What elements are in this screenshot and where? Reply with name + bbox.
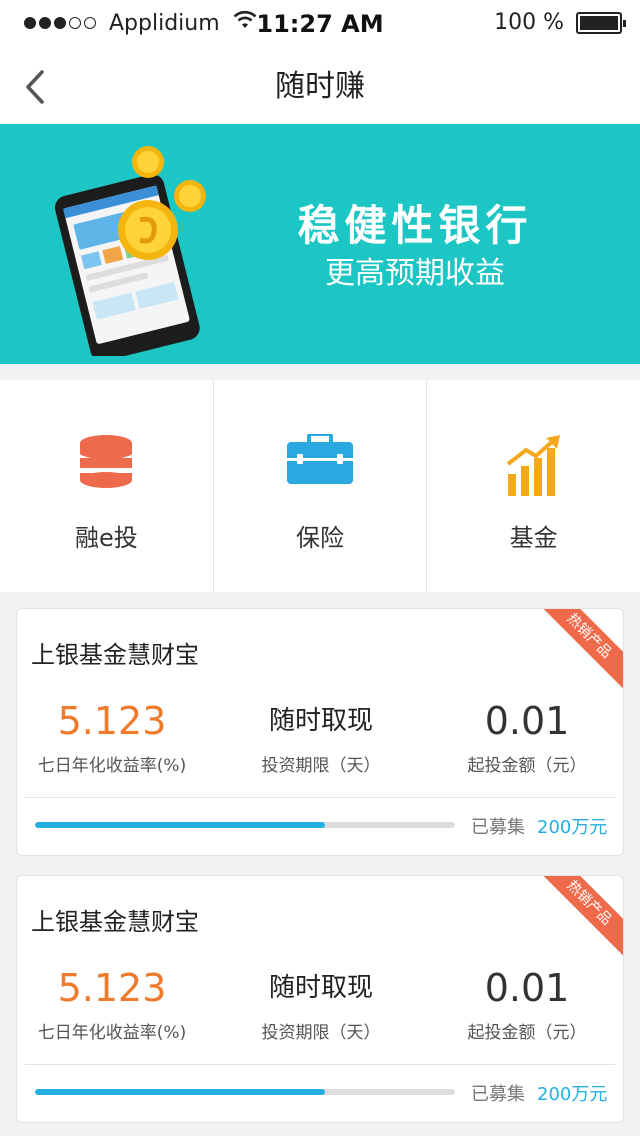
hot-product-badge: 热销产品 xyxy=(530,876,623,962)
raised-label: 已募集 xyxy=(471,1084,525,1105)
status-bar: Applidium 11:27 AM 100 % xyxy=(0,0,640,52)
product-card[interactable]: 上银基金慧财宝 热销产品 5.123 七日年化收益率(%) 随时取现 投资期限（… xyxy=(16,608,624,856)
min-amount-metric: 0.01 起投金额（元） xyxy=(427,964,623,1043)
raised-label: 已募集 xyxy=(471,817,525,838)
banner-title: 稳健性银行 xyxy=(297,201,533,250)
yield-value: 5.123 xyxy=(57,699,167,743)
promo-banner[interactable]: 稳健性银行 更高预期收益 xyxy=(0,124,640,364)
divider xyxy=(25,1064,615,1065)
product-card[interactable]: 上银基金慧财宝 热销产品 5.123 七日年化收益率(%) 随时取现 投资期限（… xyxy=(16,875,624,1123)
status-right: 100 % xyxy=(494,10,626,35)
raised-amount: 200万元 xyxy=(537,817,608,838)
category-fund[interactable]: 基金 xyxy=(427,380,640,592)
min-amount-value: 0.01 xyxy=(484,966,570,1010)
yield-value: 5.123 xyxy=(57,966,167,1010)
phone-with-coins-illustration xyxy=(40,132,240,362)
raise-progress-fill xyxy=(35,822,325,828)
term-value: 随时取现 xyxy=(268,973,373,1003)
term-label: 投资期限（天） xyxy=(261,756,381,776)
category-label: 基金 xyxy=(509,524,558,552)
growth-chart-icon xyxy=(506,434,562,500)
yield-label: 七日年化收益率(%) xyxy=(37,756,187,776)
category-rongetou[interactable]: 融e投 xyxy=(0,380,214,592)
banner-subtitle: 更高预期收益 xyxy=(325,256,505,291)
hot-product-badge: 热销产品 xyxy=(530,609,623,695)
yield-metric: 5.123 七日年化收益率(%) xyxy=(17,697,207,776)
divider xyxy=(25,797,615,798)
raise-progress-bar xyxy=(35,1089,455,1095)
category-grid: 融e投 保险 基金 xyxy=(0,380,640,592)
battery-percent: 100 % xyxy=(494,10,564,35)
term-metric: 随时取现 投资期限（天） xyxy=(231,964,411,1043)
category-label: 融e投 xyxy=(74,524,138,552)
category-insurance[interactable]: 保险 xyxy=(214,380,428,592)
page-title: 随时赚 xyxy=(275,69,365,104)
raise-progress-fill xyxy=(35,1089,325,1095)
product-title: 上银基金慧财宝 xyxy=(31,641,199,669)
database-icon xyxy=(78,434,134,492)
briefcase-icon xyxy=(287,432,353,488)
term-metric: 随时取现 投资期限（天） xyxy=(231,697,411,776)
battery-icon xyxy=(576,11,626,34)
raise-progress-bar xyxy=(35,822,455,828)
battery-level xyxy=(580,15,618,30)
category-label: 保险 xyxy=(296,524,344,552)
term-value: 随时取现 xyxy=(268,706,373,736)
raised-amount: 200万元 xyxy=(537,1084,608,1105)
yield-metric: 5.123 七日年化收益率(%) xyxy=(17,964,207,1043)
min-amount-label: 起投金额（元） xyxy=(467,1023,587,1043)
min-amount-label: 起投金额（元） xyxy=(467,756,587,776)
term-label: 投资期限（天） xyxy=(261,1023,381,1043)
product-title: 上银基金慧财宝 xyxy=(31,908,199,936)
min-amount-metric: 0.01 起投金额（元） xyxy=(427,697,623,776)
navigation-bar: 随时赚 xyxy=(0,52,640,124)
min-amount-value: 0.01 xyxy=(484,699,570,743)
yield-label: 七日年化收益率(%) xyxy=(37,1023,187,1043)
